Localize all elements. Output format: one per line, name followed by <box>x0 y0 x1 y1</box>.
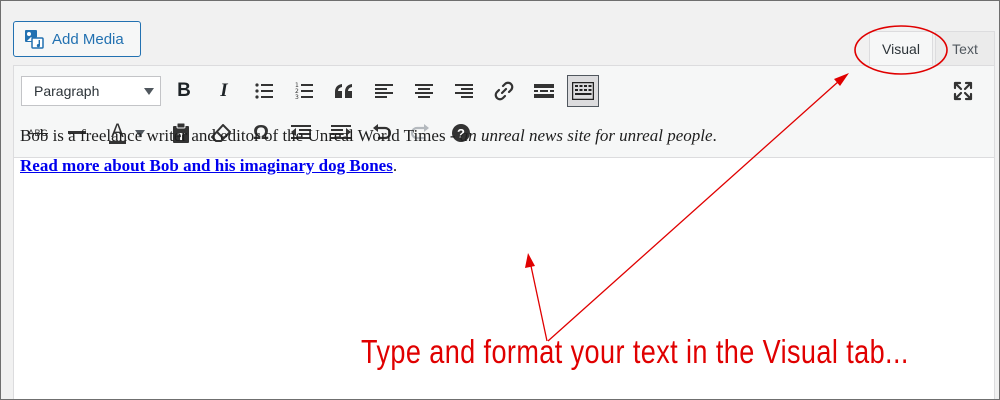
bold-button[interactable]: B <box>169 76 199 106</box>
align-right-button[interactable] <box>449 76 479 106</box>
toolbar-toggle-button[interactable] <box>567 75 599 107</box>
read-more-icon <box>534 84 554 98</box>
link-button[interactable] <box>489 76 519 106</box>
align-center-button[interactable] <box>409 76 439 106</box>
link-period: . <box>392 156 398 175</box>
svg-text:3: 3 <box>295 94 299 100</box>
screenshot-frame: Add Media Visual Text Paragraph B I 1 2 … <box>0 0 1000 400</box>
tab-visual[interactable]: Visual <box>869 31 933 65</box>
annotation-caption: Type and format your text in the Visual … <box>361 333 909 370</box>
add-media-button[interactable]: Add Media <box>13 21 141 57</box>
italic-icon: I <box>220 80 228 101</box>
bulleted-list-icon <box>255 83 273 99</box>
blockquote-button[interactable] <box>329 76 359 106</box>
format-select[interactable]: Paragraph <box>21 76 161 106</box>
tab-text[interactable]: Text <box>935 31 995 65</box>
bulleted-list-button[interactable] <box>249 76 279 106</box>
link-icon <box>494 81 514 101</box>
align-center-icon <box>415 84 433 98</box>
align-left-icon <box>375 84 393 98</box>
numbered-list-button[interactable]: 1 2 3 <box>289 76 319 106</box>
media-icon <box>25 30 44 49</box>
fullscreen-icon <box>953 81 973 101</box>
numbered-list-icon: 1 2 3 <box>295 82 313 100</box>
align-left-button[interactable] <box>369 76 399 106</box>
read-more-button[interactable] <box>529 76 559 106</box>
chevron-down-icon <box>144 88 154 95</box>
add-media-label: Add Media <box>52 30 124 48</box>
fullscreen-button[interactable] <box>948 76 978 106</box>
format-select-value: Paragraph <box>34 83 100 99</box>
toolbar-toggle-icon <box>572 82 594 100</box>
content-period: . <box>712 126 717 145</box>
align-right-icon <box>455 84 473 98</box>
content-italic-text: an unreal news site for unreal people <box>459 126 713 145</box>
blockquote-icon <box>335 84 352 98</box>
bold-icon: B <box>177 80 191 101</box>
italic-button[interactable]: I <box>209 76 239 106</box>
editor-content[interactable]: Bob is a freelance writer and editor of … <box>20 121 960 181</box>
content-text: Bob is a freelance writer and editor of … <box>20 126 460 145</box>
read-more-link[interactable]: Read more about Bob and his imaginary do… <box>20 156 393 175</box>
